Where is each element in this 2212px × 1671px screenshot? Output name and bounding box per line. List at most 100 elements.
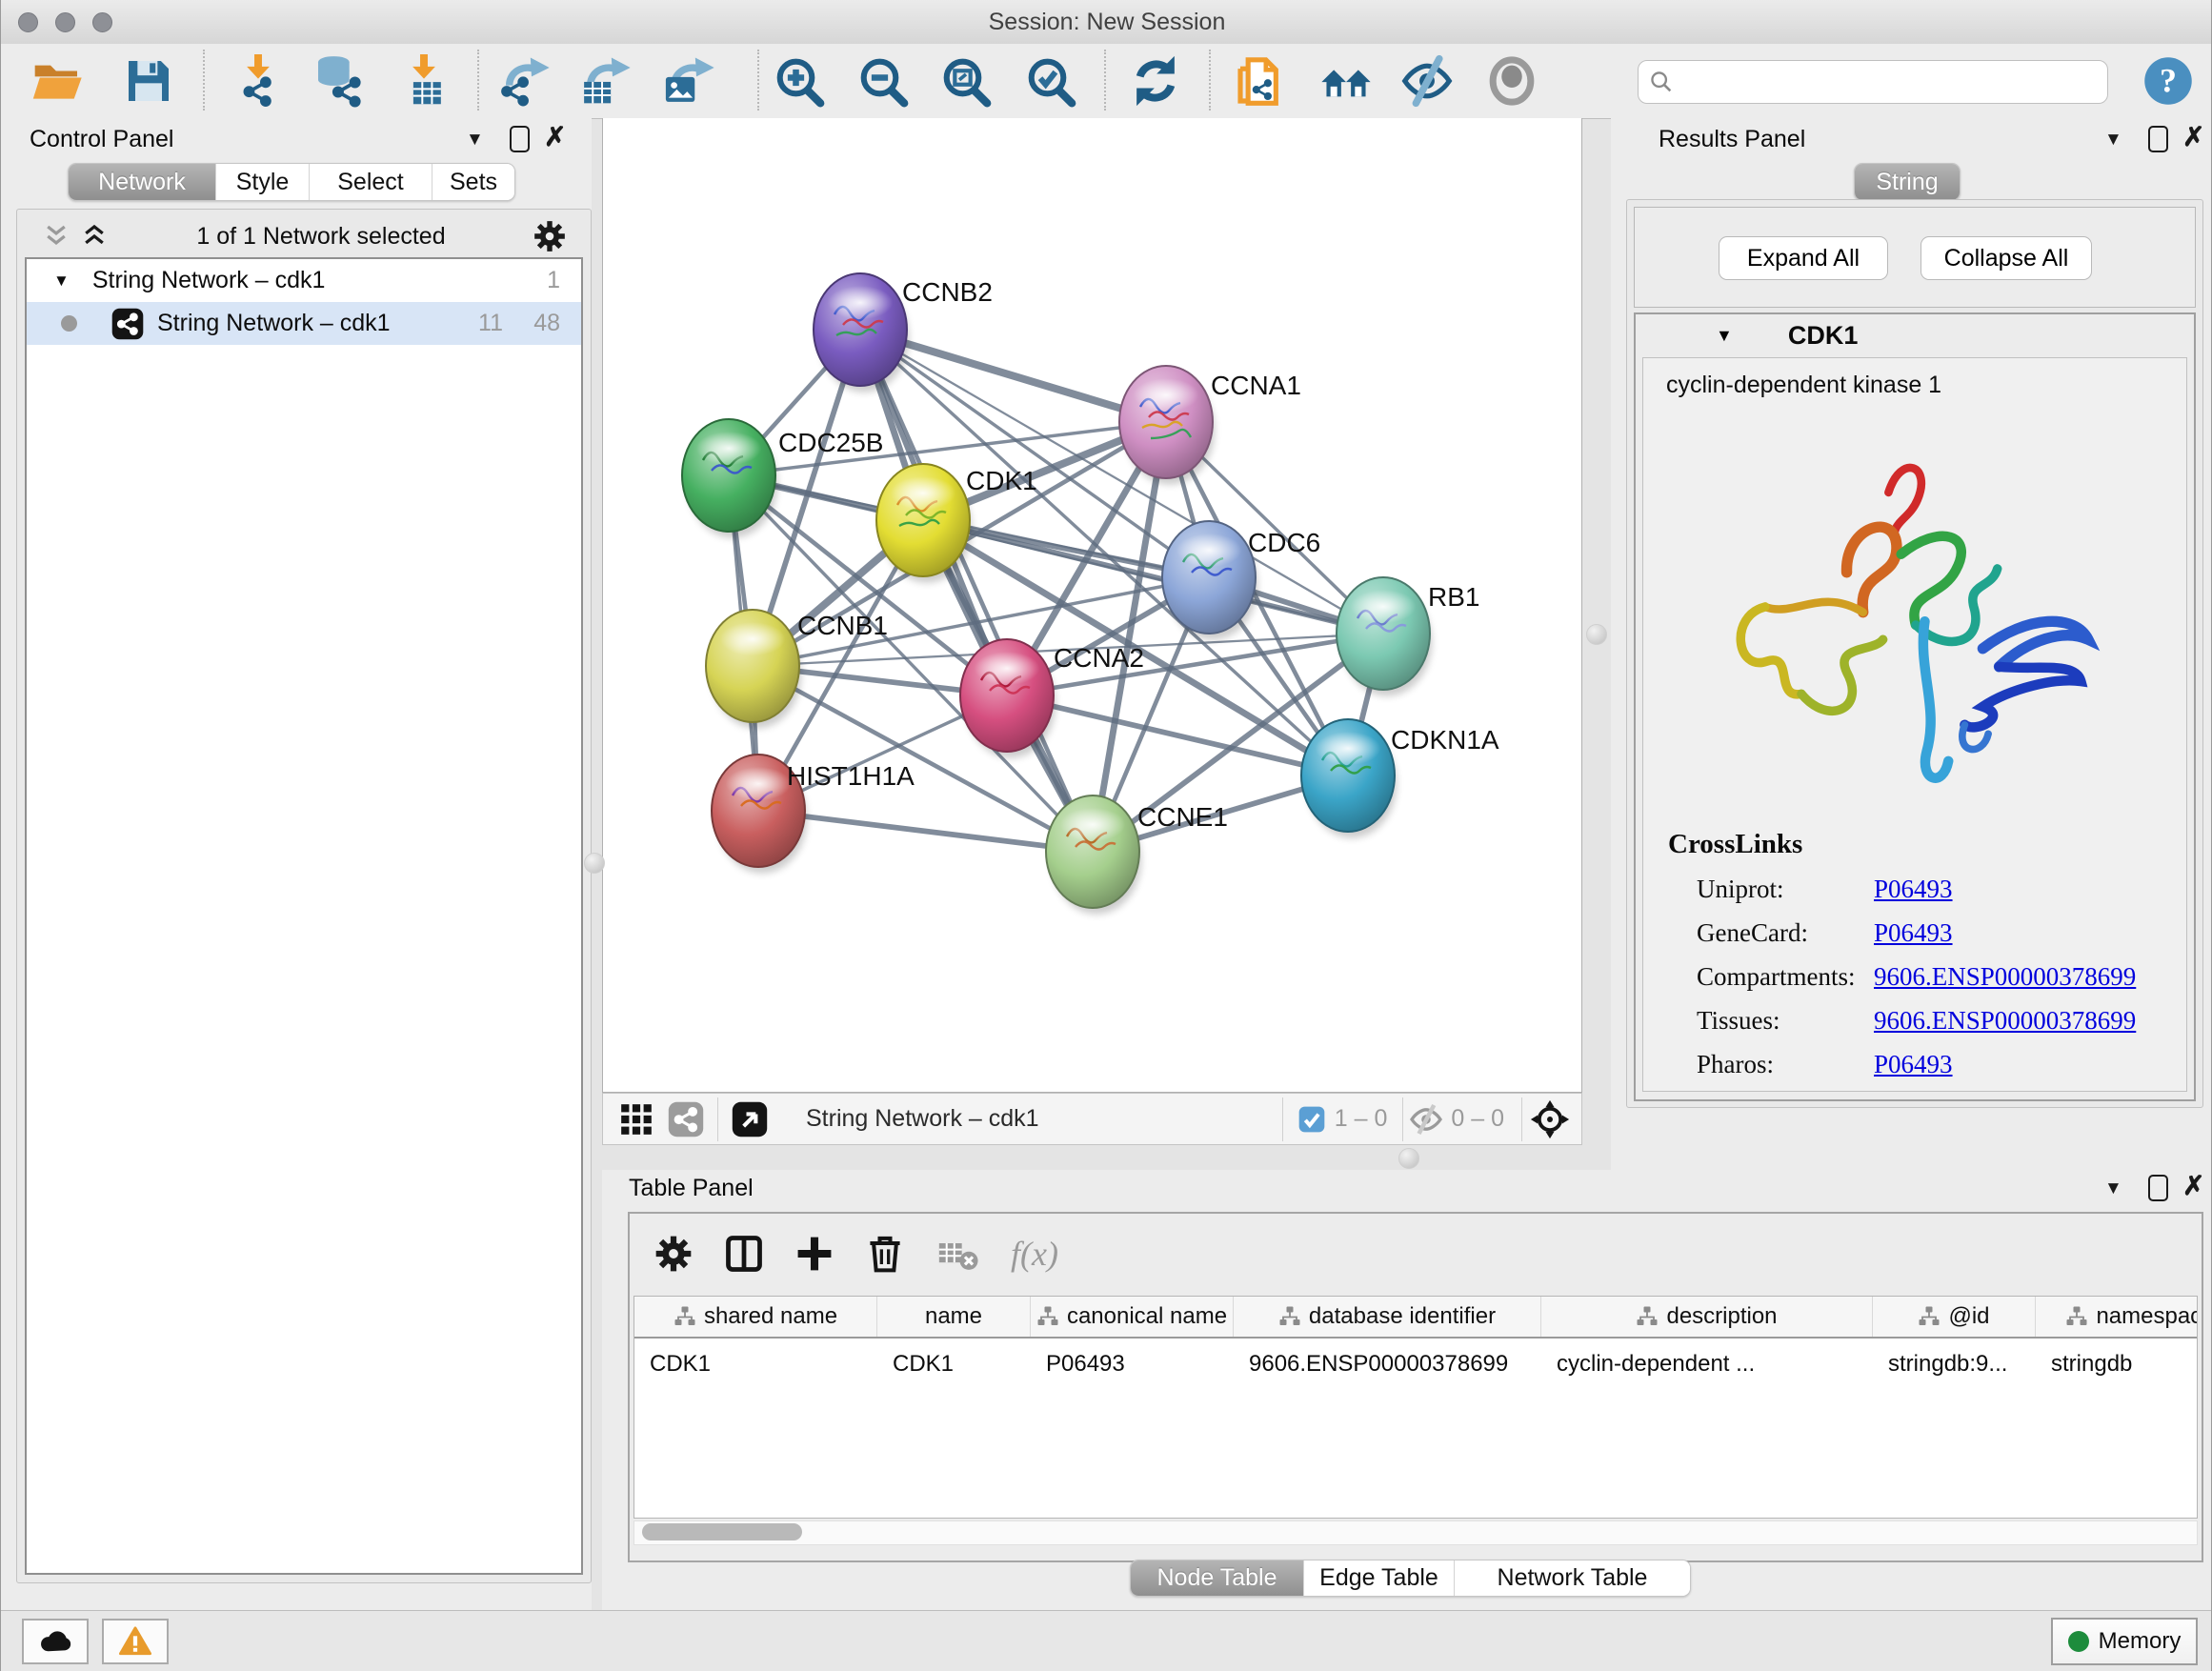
share-network-icon[interactable] bbox=[668, 1101, 704, 1137]
control-panel-menu-icon[interactable]: ▼ bbox=[466, 130, 484, 151]
network-node-RB1[interactable]: RB1 bbox=[1337, 577, 1479, 696]
results-panel-menu-icon[interactable]: ▼ bbox=[2104, 130, 2122, 151]
pan-crosshair-icon[interactable] bbox=[1530, 1099, 1570, 1139]
table-cell[interactable]: CDK1 bbox=[877, 1339, 1031, 1390]
table-cell[interactable]: cyclin-dependent ... bbox=[1541, 1339, 1873, 1390]
network-view-canvas[interactable]: CCNB2 CCNA1 CDC25B CDK1 CDC6 bbox=[602, 118, 1582, 1093]
column-header-name[interactable]: name bbox=[877, 1297, 1031, 1337]
network-edge-HIST1H1A-CCNE1[interactable] bbox=[758, 811, 1093, 852]
save-session-button[interactable] bbox=[122, 54, 175, 108]
table-panel-close-icon[interactable]: ✗ bbox=[2182, 1175, 2204, 1198]
search-box[interactable] bbox=[1638, 60, 2108, 104]
table-cell[interactable]: stringdb:9... bbox=[1873, 1339, 2036, 1390]
network-node-CDKN1A[interactable]: CDKN1A bbox=[1301, 719, 1499, 838]
table-panel-menu-icon[interactable]: ▼ bbox=[2104, 1178, 2122, 1199]
protein-section-header[interactable]: ▼ CDK1 bbox=[1636, 314, 2194, 357]
crosslink-row: Tissues:9606.ENSP00000378699 bbox=[1697, 998, 2177, 1042]
table-cell[interactable]: CDK1 bbox=[634, 1339, 877, 1390]
hide-selected-button[interactable] bbox=[1400, 54, 1454, 108]
help-button[interactable]: ? bbox=[2142, 55, 2194, 107]
column-header-shared-name[interactable]: shared name bbox=[634, 1297, 877, 1337]
crosslink-link[interactable]: P06493 bbox=[1874, 918, 1953, 948]
network-node-HIST1H1A[interactable]: HIST1H1A bbox=[712, 755, 915, 874]
show-all-button[interactable] bbox=[1485, 54, 1538, 108]
selected-node-edge-counts: 1 – 0 bbox=[1335, 1105, 1388, 1133]
cloud-status-button[interactable] bbox=[22, 1619, 89, 1664]
splitter-handle[interactable] bbox=[584, 853, 605, 874]
table-cell[interactable]: P06493 bbox=[1031, 1339, 1234, 1390]
column-header-@id[interactable]: @id bbox=[1873, 1297, 2036, 1337]
network-node-CCNE1[interactable]: CCNE1 bbox=[1046, 795, 1228, 915]
tab-select[interactable]: Select bbox=[310, 164, 432, 200]
export-network-button[interactable] bbox=[498, 54, 552, 108]
scrollbar-thumb[interactable] bbox=[642, 1523, 802, 1540]
import-network-from-database-button[interactable] bbox=[312, 54, 365, 108]
network-options-gear-icon[interactable] bbox=[532, 218, 568, 254]
collapse-all-networks-icon[interactable] bbox=[40, 222, 72, 251]
zoom-selected-button[interactable] bbox=[1024, 54, 1077, 108]
import-network-from-file-button[interactable] bbox=[231, 54, 285, 108]
zoom-fit-content-button[interactable] bbox=[939, 54, 993, 108]
expand-all-networks-icon[interactable] bbox=[78, 222, 111, 251]
add-column-icon[interactable] bbox=[794, 1233, 835, 1275]
tab-style[interactable]: Style bbox=[216, 164, 310, 200]
column-header-namespace[interactable]: namespace bbox=[2036, 1297, 2198, 1337]
expand-all-button[interactable]: Expand All bbox=[1719, 236, 1888, 280]
splitter-handle[interactable] bbox=[1586, 624, 1607, 645]
column-header-database-identifier[interactable]: database identifier bbox=[1234, 1297, 1541, 1337]
crosslink-link[interactable]: 9606.ENSP00000378699 bbox=[1874, 962, 2136, 992]
birdseye-view-icon[interactable] bbox=[732, 1101, 768, 1137]
search-input[interactable] bbox=[1682, 65, 2096, 99]
table-cell[interactable]: 9606.ENSP00000378699 bbox=[1234, 1339, 1541, 1390]
table-panel-float-icon[interactable] bbox=[2148, 1175, 2168, 1201]
svg-text:?: ? bbox=[2160, 62, 2177, 100]
crosslink-link[interactable]: P06493 bbox=[1874, 1050, 1953, 1079]
table-options-gear-icon[interactable] bbox=[653, 1233, 694, 1275]
network-node-CDC6[interactable]: CDC6 bbox=[1162, 521, 1320, 640]
first-neighbors-button[interactable] bbox=[1319, 54, 1373, 108]
results-panel-float-icon[interactable] bbox=[2148, 126, 2168, 152]
import-table-from-file-button[interactable] bbox=[397, 54, 451, 108]
splitter-handle[interactable] bbox=[1398, 1148, 1419, 1169]
results-panel-close-icon[interactable]: ✗ bbox=[2182, 126, 2204, 149]
export-table-button[interactable] bbox=[579, 54, 633, 108]
export-image-button[interactable] bbox=[663, 54, 716, 108]
network-edge-CCNA2-CDKN1A[interactable] bbox=[1007, 695, 1348, 775]
control-panel-float-icon[interactable] bbox=[510, 126, 530, 152]
zoom-out-button[interactable] bbox=[856, 54, 910, 108]
tab-node-table[interactable]: Node Table bbox=[1131, 1560, 1304, 1596]
table-cell[interactable]: stringdb bbox=[2036, 1339, 2198, 1390]
tab-network[interactable]: Network bbox=[69, 164, 216, 200]
delete-column-icon[interactable] bbox=[864, 1233, 906, 1275]
selected-checkbox-icon[interactable] bbox=[1297, 1104, 1327, 1135]
collection-expand-arrow-icon[interactable]: ▼ bbox=[53, 272, 70, 291]
zoom-in-button[interactable] bbox=[773, 54, 826, 108]
table-toolbar: f(x) bbox=[639, 1225, 1058, 1282]
tab-sets[interactable]: Sets bbox=[432, 164, 514, 200]
protein-expand-arrow-icon[interactable]: ▼ bbox=[1716, 326, 1733, 346]
network-row-selected[interactable]: String Network – cdk1 11 48 bbox=[27, 302, 581, 345]
tab-network-table[interactable]: Network Table bbox=[1455, 1560, 1690, 1596]
memory-button[interactable]: Memory bbox=[2051, 1618, 2198, 1665]
apply-preferred-layout-button[interactable] bbox=[1129, 54, 1182, 108]
column-header-description[interactable]: description bbox=[1541, 1297, 1873, 1337]
clone-network-button[interactable] bbox=[1234, 54, 1287, 108]
crosslink-link[interactable]: P06493 bbox=[1874, 875, 1953, 904]
tab-edge-table[interactable]: Edge Table bbox=[1304, 1560, 1455, 1596]
table-horizontal-scrollbar[interactable] bbox=[633, 1520, 2198, 1545]
network-node-CCNB1[interactable]: CCNB1 bbox=[706, 610, 888, 729]
tab-string[interactable]: String bbox=[1855, 164, 1960, 200]
warnings-button[interactable] bbox=[102, 1619, 169, 1664]
network-node-CCNB2[interactable]: CCNB2 bbox=[814, 273, 993, 393]
crosslink-link[interactable]: 9606.ENSP00000378699 bbox=[1874, 1006, 2136, 1036]
column-header-canonical-name[interactable]: canonical name bbox=[1031, 1297, 1234, 1337]
collapse-all-button[interactable]: Collapse All bbox=[1920, 236, 2092, 280]
open-session-button[interactable] bbox=[30, 54, 84, 108]
hidden-eye-slash-icon[interactable] bbox=[1409, 1102, 1443, 1137]
control-panel-close-icon[interactable]: ✗ bbox=[544, 126, 566, 149]
network-node-CDK1[interactable]: CDK1 bbox=[876, 464, 1037, 583]
network-collection-row[interactable]: ▼ String Network – cdk1 1 bbox=[27, 259, 581, 302]
grid-view-icon[interactable] bbox=[618, 1101, 654, 1137]
crosslinks-list: Uniprot:P06493GeneCard:P06493Compartment… bbox=[1697, 867, 2177, 1086]
show-columns-icon[interactable] bbox=[723, 1233, 765, 1275]
